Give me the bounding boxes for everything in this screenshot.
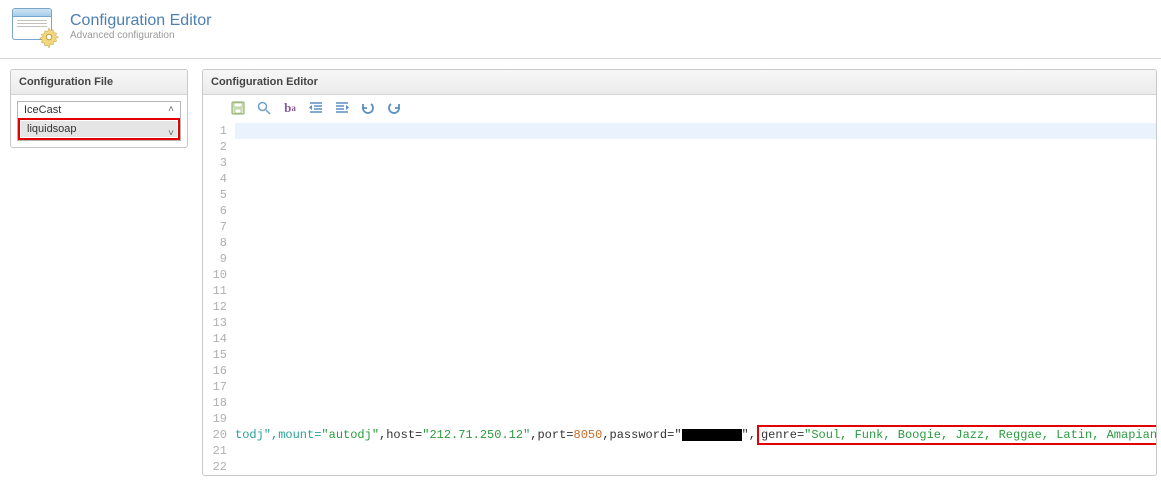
undo-button[interactable] (359, 99, 377, 117)
file-select[interactable]: ˄ IceCast liquidsoap ˅ (17, 101, 181, 141)
line-gutter: 12345678910111213141516171819202122 (203, 123, 235, 475)
indent-left-button[interactable] (307, 99, 325, 117)
code-editor[interactable]: 12345678910111213141516171819202122 todj… (203, 123, 1156, 475)
app-icon (10, 6, 58, 46)
chevron-down-icon[interactable]: ˅ (164, 126, 178, 140)
search-button[interactable] (255, 99, 273, 117)
file-option-icecast[interactable]: IceCast (18, 102, 180, 118)
editor-panel: Configuration Editor ba 1234567891011121… (202, 69, 1157, 476)
indent-right-button[interactable] (333, 99, 351, 117)
config-file-panel: Configuration File ˄ IceCast liquidsoap … (10, 69, 188, 148)
header: Configuration Editor Advanced configurat… (0, 0, 1161, 59)
redo-button[interactable] (385, 99, 403, 117)
panel-title: Configuration Editor (203, 70, 1156, 95)
gear-icon (38, 26, 60, 48)
editor-toolbar: ba (203, 95, 1156, 123)
save-button[interactable] (229, 99, 247, 117)
code-body[interactable]: todj",mount="autodj",host="212.71.250.12… (235, 123, 1156, 475)
file-option-liquidsoap[interactable]: liquidsoap (21, 121, 177, 137)
chevron-up-icon[interactable]: ˄ (164, 102, 178, 116)
page-title: Configuration Editor (70, 12, 211, 30)
font-button[interactable]: ba (281, 99, 299, 117)
redacted-password (682, 429, 742, 441)
page-subtitle: Advanced configuration (70, 30, 211, 41)
panel-title: Configuration File (11, 70, 187, 95)
